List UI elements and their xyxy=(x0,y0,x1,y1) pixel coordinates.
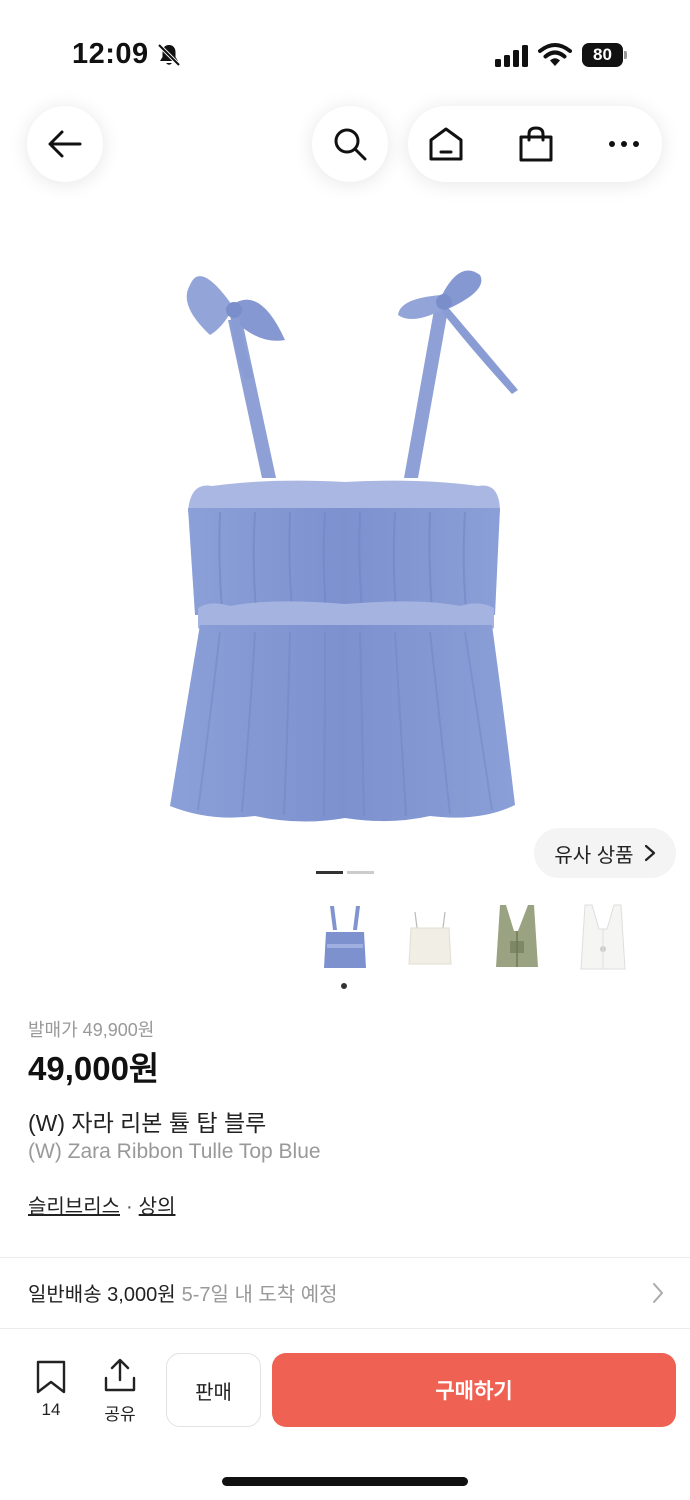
image-page-indicator xyxy=(316,871,376,875)
search-icon xyxy=(334,128,367,161)
status-bar: 12:09 80 xyxy=(0,0,690,100)
release-price: 발매가 49,900원 xyxy=(28,1020,155,1040)
chevron-right-icon xyxy=(653,1283,663,1303)
divider-top xyxy=(0,1257,690,1258)
thumbnail-blue-top[interactable] xyxy=(310,898,380,974)
brand-category-line: 슬리브리스 · 상의 xyxy=(28,1190,175,1219)
back-button[interactable] xyxy=(27,106,103,182)
bookmark-count: 14 xyxy=(41,1400,61,1419)
page-indicator-inactive xyxy=(347,871,374,874)
brand-separator: · xyxy=(126,1196,133,1218)
thumbnail-strip xyxy=(0,898,690,993)
nav-actions-pill xyxy=(408,106,662,182)
brand-link[interactable]: 슬리브리스 xyxy=(28,1196,120,1218)
shopping-bag-icon xyxy=(519,126,553,162)
similar-products-button[interactable]: 유사 상품 xyxy=(534,828,676,878)
buy-button[interactable]: 구매하기 xyxy=(272,1353,676,1427)
chevron-right-icon xyxy=(644,844,655,862)
status-time: 12:09 xyxy=(72,38,149,70)
battery-tip xyxy=(624,51,627,59)
delivery-option-row[interactable]: 일반배송 3,000원 5-7일 내 도착 예정 xyxy=(28,1278,668,1310)
bookmark-icon xyxy=(36,1360,66,1394)
thumbnail-white-top[interactable] xyxy=(395,898,465,974)
signal-icon xyxy=(495,45,528,67)
wifi-icon xyxy=(538,43,572,66)
more-icon xyxy=(609,141,639,147)
home-button[interactable] xyxy=(408,106,484,182)
share-icon xyxy=(104,1358,136,1392)
bell-slash-icon xyxy=(157,43,181,67)
more-button[interactable] xyxy=(586,106,662,182)
home-indicator[interactable] xyxy=(222,1477,468,1486)
search-button[interactable] xyxy=(312,106,388,182)
delivery-eta: 5-7일 내 도착 예정 xyxy=(181,1284,338,1306)
thumbnail-green-vest[interactable] xyxy=(482,898,552,974)
product-name-korean: (W) 자라 리본 튤 탑 블루 xyxy=(28,1110,267,1136)
home-icon xyxy=(429,127,463,161)
back-arrow-icon xyxy=(48,130,82,158)
battery-level: 80 xyxy=(582,43,623,67)
page-indicator-active xyxy=(316,871,343,874)
similar-products-label: 유사 상품 xyxy=(554,844,634,867)
delivery-fee: 일반배송 3,000원 xyxy=(28,1284,176,1306)
sell-button[interactable]: 판매 xyxy=(166,1353,261,1427)
share-button[interactable]: 공유 xyxy=(96,1358,144,1426)
product-image[interactable] xyxy=(150,250,540,840)
product-detail-page: 12:09 80 유사 상품 발매가 49,900원 49,000원 (W) 자… xyxy=(0,0,690,1500)
cart-button[interactable] xyxy=(498,106,574,182)
price: 49,000원 xyxy=(28,1050,160,1087)
selected-thumbnail-dot xyxy=(341,983,347,989)
share-label: 공유 xyxy=(104,1405,136,1424)
divider-bottom xyxy=(0,1328,690,1329)
battery-indicator: 80 xyxy=(582,43,628,67)
thumbnail-white-vest[interactable] xyxy=(568,898,638,974)
bookmark-button[interactable]: 14 xyxy=(28,1360,74,1426)
product-name-english: (W) Zara Ribbon Tulle Top Blue xyxy=(28,1140,321,1163)
category-link[interactable]: 상의 xyxy=(139,1196,176,1218)
